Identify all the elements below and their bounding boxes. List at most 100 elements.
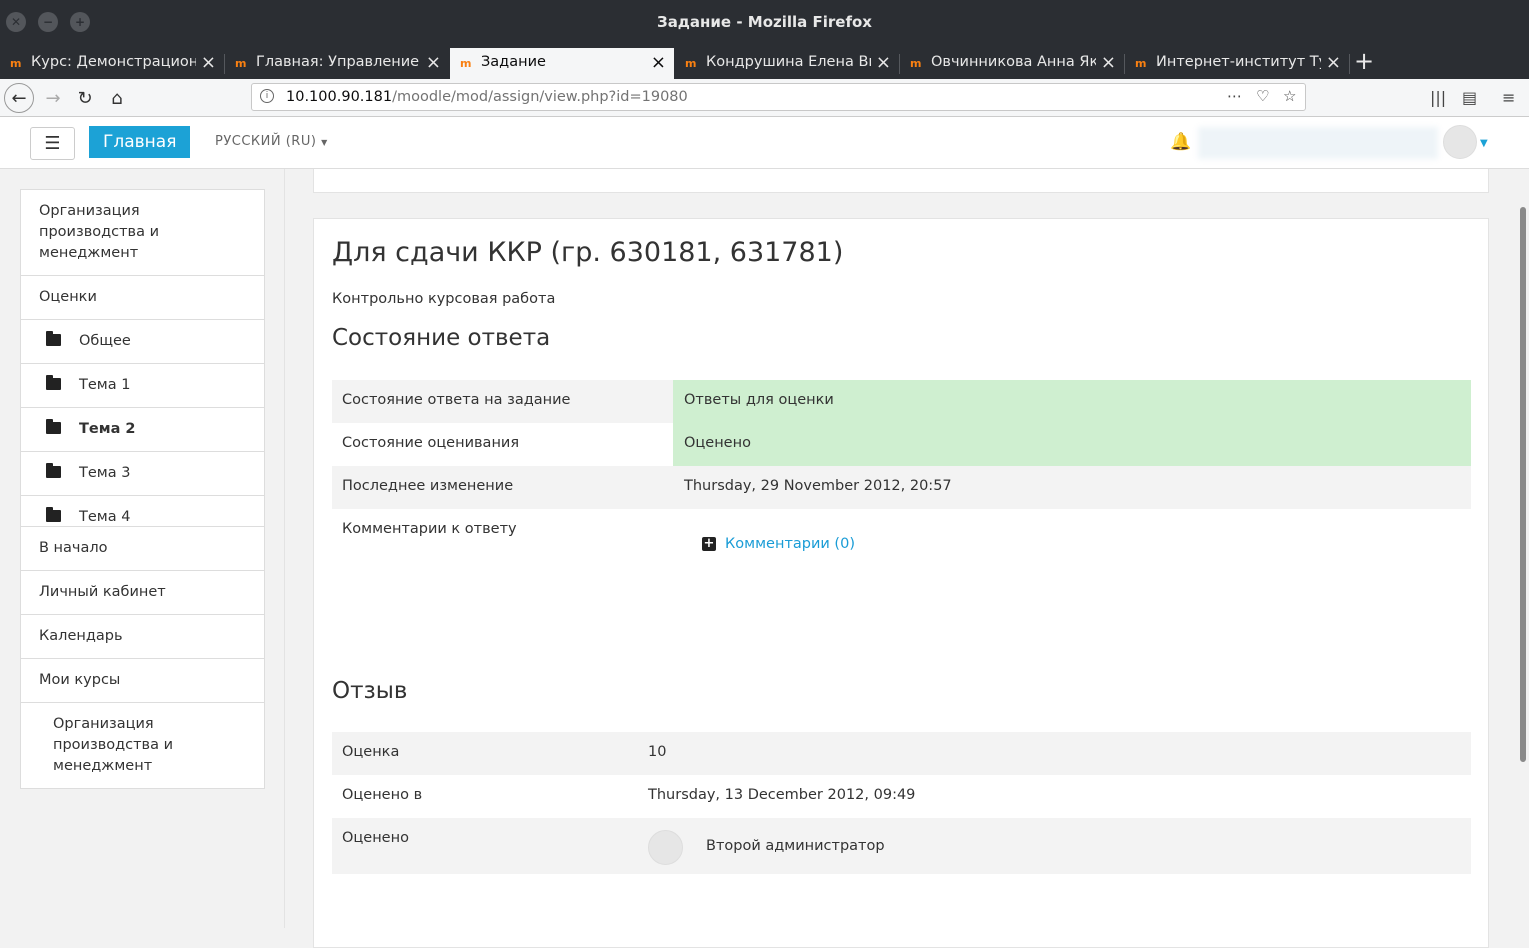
nav-label: Тема 4 (79, 509, 131, 525)
sidebar-toggle-icon[interactable]: ▤ (1462, 88, 1477, 107)
page-title: Для сдачи ККР (гр. 630181, 631781) (332, 237, 844, 268)
user-avatar[interactable] (1443, 125, 1477, 159)
nav-section-topic-2[interactable]: Тема 2 (21, 408, 264, 452)
nav-label: Организация производства и менеджмент (53, 716, 174, 774)
forward-arrow-icon[interactable]: → (38, 83, 68, 113)
nav-section-topic-1[interactable]: Тема 1 (21, 364, 264, 408)
reload-icon[interactable]: ↻ (70, 83, 100, 113)
nav-calendar-link[interactable]: Календарь (21, 615, 264, 659)
nav-label: Тема 1 (79, 377, 131, 393)
site-info-icon[interactable]: i (260, 89, 274, 103)
drawer-toggle-button[interactable]: ☰ (30, 127, 75, 160)
hamburger-icon: ☰ (44, 133, 61, 154)
nav-label: Организация производства и менеджмент (39, 203, 160, 261)
feedback-row: Оценено Второй администратор (332, 818, 1471, 874)
bookmark-star-icon[interactable]: ☆ (1283, 87, 1296, 105)
language-label: РУССКИЙ (RU) (215, 134, 317, 149)
nav-label: Оценки (39, 289, 97, 305)
comments-link[interactable]: + Комментарии (0) (702, 536, 855, 552)
assignment-card: Для сдачи ККР (гр. 630181, 631781) Контр… (313, 218, 1489, 948)
new-tab-icon[interactable]: + (1354, 47, 1374, 75)
row-label: Комментарии к ответу (342, 521, 517, 537)
nav-label: Общее (79, 333, 131, 349)
browser-tab-active[interactable]: m Задание × (450, 48, 674, 79)
close-tab-icon[interactable]: × (426, 52, 441, 73)
main-region: Для сдачи ККР (гр. 630181, 631781) Контр… (285, 169, 1515, 948)
grader-avatar[interactable] (648, 830, 683, 865)
nav-label: Тема 3 (79, 465, 131, 481)
navigation-toolbar: ← → ↻ ⌂ i 10.100.90.181/moodle/mod/assig… (0, 79, 1529, 117)
url-bar[interactable]: i 10.100.90.181/moodle/mod/assign/view.p… (251, 83, 1306, 111)
window-titlebar: ✕ − + Задание - Mozilla Firefox (0, 0, 1529, 44)
row-label: Последнее изменение (342, 478, 514, 494)
caret-down-icon: ▼ (321, 138, 328, 147)
nav-section-topic-3[interactable]: Тема 3 (21, 452, 264, 496)
tab-bar: m Курс: Демонстрационн × m Главная: Упра… (0, 44, 1529, 79)
language-menu[interactable]: РУССКИЙ (RU) ▼ (215, 134, 328, 149)
folder-icon (46, 507, 61, 522)
row-value: 10 (648, 744, 667, 760)
library-icon[interactable]: ||| (1430, 88, 1446, 107)
status-row: Комментарии к ответу + Комментарии (0) (332, 509, 1471, 619)
pocket-icon[interactable]: ♡ (1256, 87, 1269, 105)
back-arrow-icon[interactable]: ← (4, 83, 34, 113)
folder-icon (46, 375, 61, 390)
nav-dashboard-link[interactable]: Личный кабинет (21, 571, 264, 615)
user-name-redacted (1198, 127, 1438, 159)
nav-home-link[interactable]: В начало (21, 527, 264, 571)
notification-bell-icon[interactable]: 🔔 (1170, 132, 1191, 152)
user-menu-caret-icon[interactable]: ▼ (1480, 138, 1488, 149)
close-tab-icon[interactable]: × (1326, 52, 1341, 73)
browser-tab[interactable]: m Главная: Управление × (225, 48, 449, 79)
feedback-row: Оценено в Thursday, 13 December 2012, 09… (332, 775, 1471, 818)
browser-tab[interactable]: m Овчинникова Анна Як × (900, 48, 1124, 79)
page-scrollbar[interactable] (1515, 169, 1529, 928)
close-tab-icon[interactable]: × (201, 52, 216, 73)
close-tab-icon[interactable]: × (1101, 52, 1116, 73)
close-tab-icon[interactable]: × (876, 52, 891, 73)
row-value: Thursday, 13 December 2012, 09:49 (648, 787, 916, 803)
feedback-heading: Отзыв (332, 678, 408, 704)
tab-label: Задание (481, 54, 546, 70)
folder-icon (46, 463, 61, 478)
site-header: ☰ Главная РУССКИЙ (RU) ▼ 🔔 ▼ (0, 117, 1529, 169)
feedback-row: Оценка 10 (332, 732, 1471, 775)
url-text: 10.100.90.181/moodle/mod/assign/view.php… (286, 89, 688, 105)
tab-label: Главная: Управление (256, 54, 420, 70)
moodle-favicon-icon: m (1135, 57, 1147, 70)
nav-grades-link[interactable]: Оценки (21, 276, 264, 320)
nav-course-link[interactable]: Организация производства и менеджмент (21, 190, 264, 276)
plus-icon: + (702, 536, 716, 551)
nav-label: Мои курсы (39, 672, 121, 688)
home-icon[interactable]: ⌂ (102, 83, 132, 113)
browser-tab[interactable]: m Курс: Демонстрационн × (0, 48, 224, 79)
tab-label: Овчинникова Анна Як (931, 54, 1096, 70)
moodle-favicon-icon: m (10, 57, 22, 70)
browser-tab[interactable]: m Интернет-институт Ту × (1125, 48, 1349, 79)
menu-icon[interactable]: ≡ (1502, 88, 1515, 107)
folder-icon (46, 419, 61, 434)
page-actions-icon[interactable]: ⋯ (1227, 87, 1242, 105)
nav-section-general[interactable]: Общее (21, 320, 264, 364)
home-link[interactable]: Главная (89, 126, 191, 158)
nav-my-courses-link[interactable]: Мои курсы (21, 659, 264, 703)
header-card (313, 169, 1489, 193)
grader-name[interactable]: Второй администратор (706, 838, 885, 854)
tab-label: Кондрушина Елена Ви (706, 54, 871, 70)
close-tab-icon[interactable]: × (651, 52, 666, 73)
moodle-favicon-icon: m (235, 57, 247, 70)
course-navigation: Организация производства и менеджмент Оц… (20, 189, 265, 540)
row-label: Оценено (342, 830, 409, 846)
row-value: Ответы для оценки (684, 392, 834, 408)
browser-tab[interactable]: m Кондрушина Елена Ви × (675, 48, 899, 79)
nav-my-course-item[interactable]: Организация производства и менеджмент (21, 703, 264, 788)
folder-icon (46, 331, 61, 346)
comments-label: Комментарии (0) (725, 536, 855, 552)
tab-label: Курс: Демонстрационн (31, 54, 196, 70)
row-label: Оценено в (342, 787, 423, 803)
row-value: Thursday, 29 November 2012, 20:57 (684, 478, 952, 494)
scrollbar-thumb[interactable] (1520, 207, 1526, 762)
nav-drawer: Организация производства и менеджмент Оц… (0, 169, 285, 928)
status-row: Состояние оценивания Оценено (332, 423, 1471, 466)
tab-label: Интернет-институт Ту (1156, 54, 1321, 70)
